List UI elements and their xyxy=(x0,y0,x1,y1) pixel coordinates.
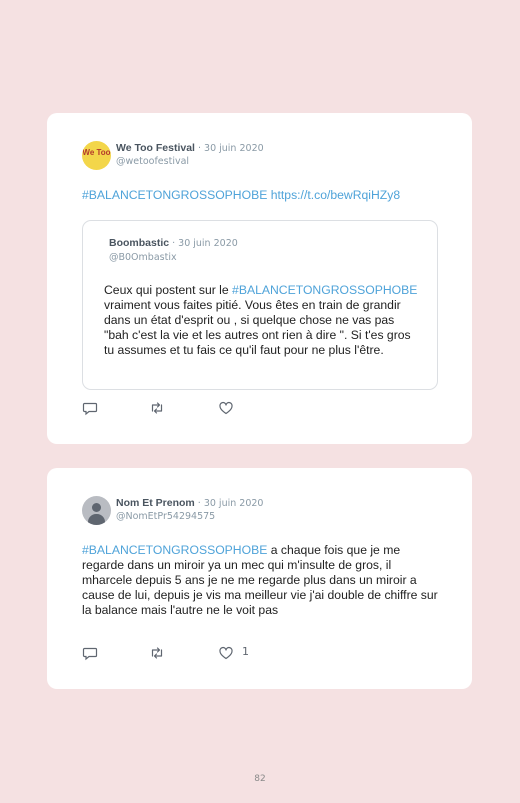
quoted-text-start: Ceux qui postent sur le xyxy=(104,283,233,297)
quoted-author-handle: @B0Ombastix xyxy=(109,252,177,263)
reply-icon[interactable] xyxy=(82,645,98,661)
hashtag-link[interactable]: #BALANCETONGROSSOPHOBE xyxy=(82,543,267,557)
avatar[interactable] xyxy=(82,496,111,525)
like-count: 1 xyxy=(242,645,249,658)
quoted-tweet-date: · 30 juin 2020 xyxy=(169,238,238,249)
author-handle[interactable]: @wetoofestival xyxy=(116,156,189,167)
tweet-actions: 1 xyxy=(82,645,282,661)
heart-icon[interactable] xyxy=(218,645,234,661)
retweet-icon[interactable] xyxy=(149,400,165,416)
tweet-actions xyxy=(82,400,282,416)
author-handle[interactable]: @NomEtPr54294575 xyxy=(116,511,215,522)
tweet-date: · 30 juin 2020 xyxy=(194,498,264,509)
tweet-card: We Too We Too Festival · 30 juin 2020 @w… xyxy=(47,113,472,444)
url-link[interactable]: https://t.co/bewRqiHZy8 xyxy=(267,188,400,202)
avatar-head-shape xyxy=(92,503,101,512)
quoted-author: Boombastic · 30 juin 2020 xyxy=(109,237,238,249)
heart-icon[interactable] xyxy=(218,400,234,416)
retweet-icon[interactable] xyxy=(149,645,165,661)
tweet-card: Nom Et Prenom · 30 juin 2020 @NomEtPr542… xyxy=(47,468,472,689)
avatar-body-shape xyxy=(88,514,105,525)
tweet-date: · 30 juin 2020 xyxy=(194,143,264,154)
author-name[interactable]: Nom Et Prenom xyxy=(116,497,195,509)
quoted-hashtag-link[interactable]: #BALANCETONGROSSOPHOBE xyxy=(232,283,417,297)
reply-icon[interactable] xyxy=(82,400,98,416)
tweet-text: #BALANCETONGROSSOPHOBE a chaque fois que… xyxy=(82,543,440,618)
page-number: 82 xyxy=(254,774,266,784)
quoted-author-name: Boombastic xyxy=(109,237,170,249)
hashtag-link[interactable]: #BALANCETONGROSSOPHOBE xyxy=(82,188,267,202)
tweet-author: We Too Festival · 30 juin 2020 xyxy=(116,142,264,154)
tweet-text: #BALANCETONGROSSOPHOBE https://t.co/bewR… xyxy=(82,188,442,203)
author-name[interactable]: We Too Festival xyxy=(116,142,195,154)
avatar-logo: We Too xyxy=(82,148,111,157)
avatar[interactable]: We Too xyxy=(82,141,111,170)
quoted-text-rest: vraiment vous faites pitié. Vous êtes en… xyxy=(104,298,411,357)
quoted-tweet[interactable]: Boombastic · 30 juin 2020 @B0Ombastix Ce… xyxy=(82,220,438,390)
tweet-author: Nom Et Prenom · 30 juin 2020 xyxy=(116,497,263,509)
quoted-tweet-text: Ceux qui postent sur le #BALANCETONGROSS… xyxy=(104,283,422,358)
